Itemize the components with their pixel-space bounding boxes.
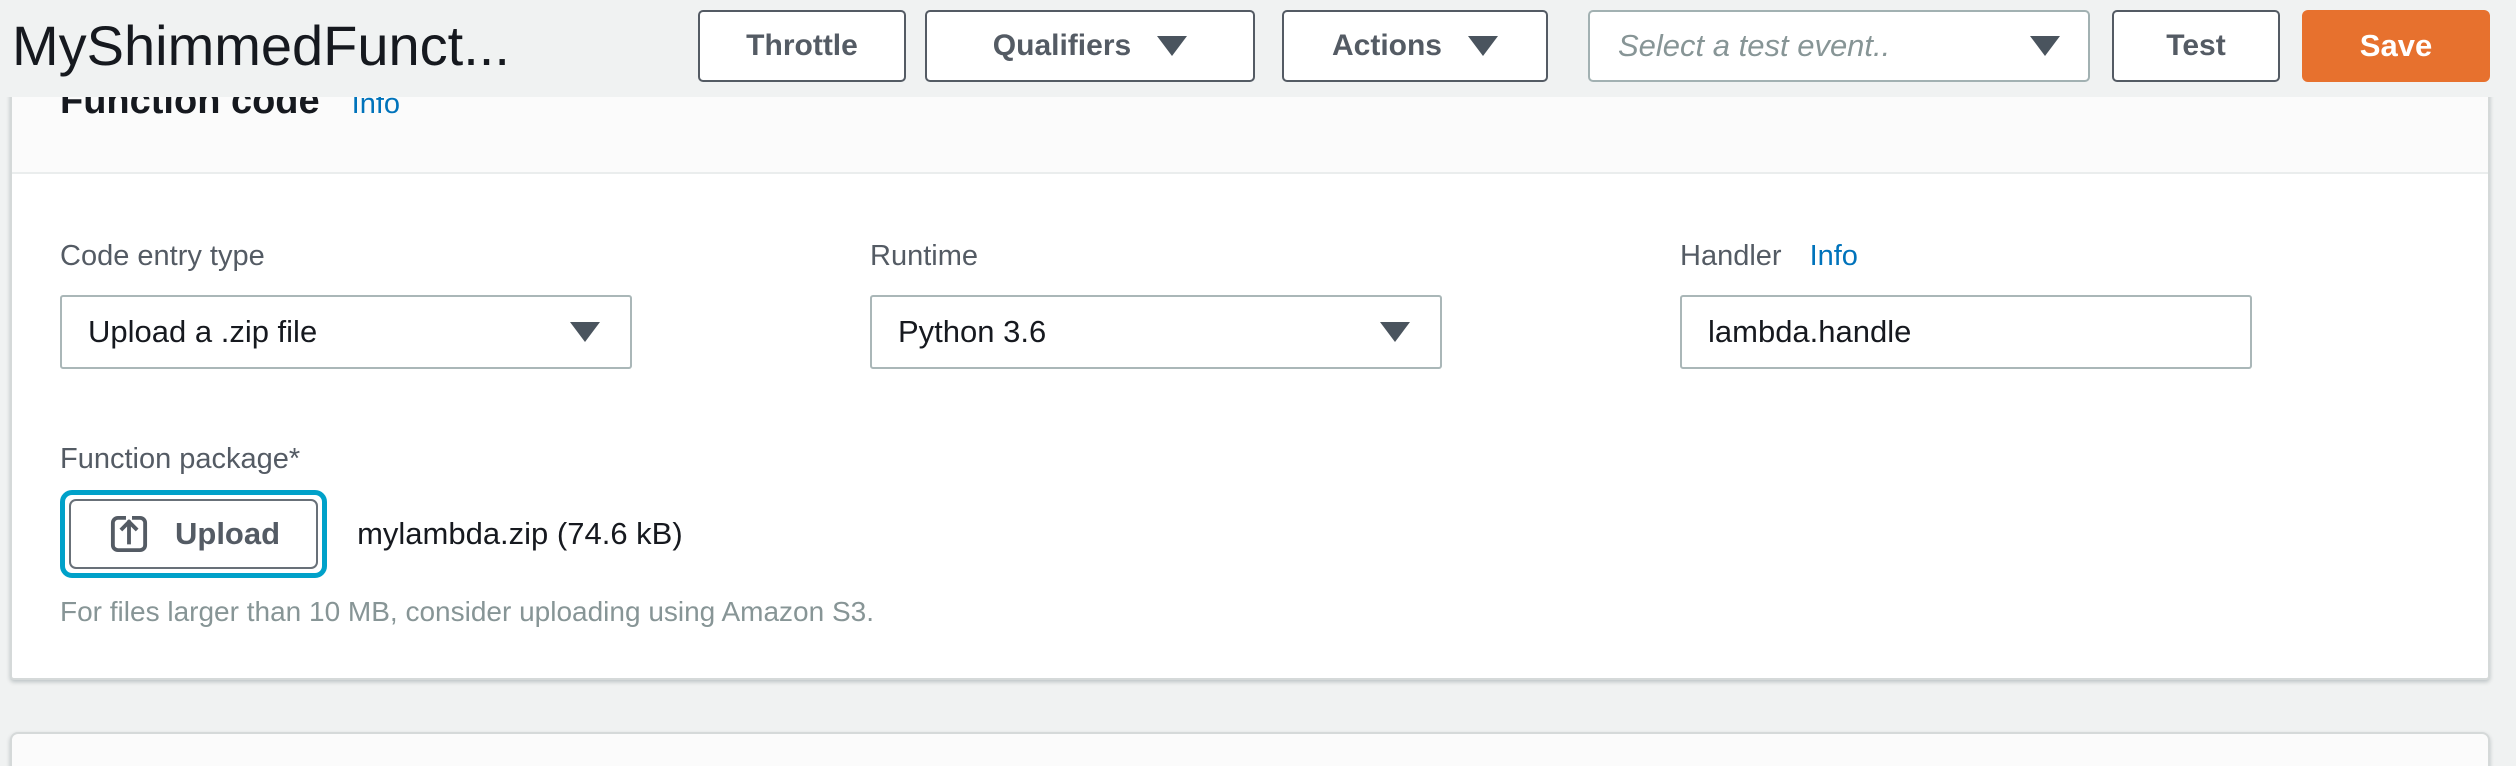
chevron-down-icon — [1380, 322, 1410, 342]
upload-row: Upload mylambda.zip (74.6 kB) — [60, 490, 2440, 578]
upload-icon — [107, 512, 151, 556]
save-button-label: Save — [2360, 28, 2432, 64]
chevron-down-icon — [570, 322, 600, 342]
actions-button[interactable]: Actions — [1282, 10, 1548, 82]
handler-info-link[interactable]: Info — [1810, 240, 1858, 273]
next-section-panel — [10, 732, 2490, 766]
throttle-button[interactable]: Throttle — [698, 10, 906, 82]
function-toolbar: MyShimmedFunct... Throttle Qualifiers Ac… — [0, 0, 2516, 97]
code-entry-type-field: Code entry type Upload a .zip file — [60, 240, 632, 369]
runtime-label: Runtime — [870, 240, 978, 273]
chevron-down-icon — [1468, 36, 1498, 56]
function-name-title: MyShimmedFunct... — [12, 0, 510, 97]
function-package-block: Function package* Upload — [60, 443, 2440, 628]
code-entry-type-value: Upload a .zip file — [88, 314, 570, 350]
handler-input[interactable] — [1680, 295, 2252, 369]
lambda-console-screen: Function code Info Code entry type Uploa… — [0, 0, 2516, 766]
test-button-label: Test — [2166, 29, 2225, 63]
qualifiers-button-label: Qualifiers — [993, 29, 1131, 63]
qualifiers-button[interactable]: Qualifiers — [925, 10, 1255, 82]
chevron-down-icon — [1157, 36, 1187, 56]
upload-helper-text: For files larger than 10 MB, consider up… — [60, 596, 2440, 628]
save-button[interactable]: Save — [2302, 10, 2490, 82]
code-entry-type-label: Code entry type — [60, 240, 265, 273]
code-settings-row: Code entry type Upload a .zip file Runti… — [60, 240, 2440, 369]
runtime-field: Runtime Python 3.6 — [870, 240, 1442, 369]
throttle-button-label: Throttle — [746, 29, 858, 63]
function-code-panel: Function code Info Code entry type Uploa… — [10, 30, 2490, 680]
chevron-down-icon — [2030, 36, 2060, 56]
handler-field: Handler Info — [1680, 240, 2252, 369]
handler-label: Handler — [1680, 240, 1782, 273]
uploaded-file-info: mylambda.zip (74.6 kB) — [357, 516, 683, 552]
upload-button[interactable]: Upload — [69, 499, 318, 569]
test-event-placeholder: Select a test event.. — [1618, 28, 2030, 64]
code-entry-type-select[interactable]: Upload a .zip file — [60, 295, 632, 369]
runtime-select[interactable]: Python 3.6 — [870, 295, 1442, 369]
upload-button-focus-ring: Upload — [60, 490, 327, 578]
actions-button-label: Actions — [1332, 29, 1442, 63]
runtime-value: Python 3.6 — [898, 314, 1380, 350]
test-button[interactable]: Test — [2112, 10, 2280, 82]
test-event-select[interactable]: Select a test event.. — [1588, 10, 2090, 82]
function-code-content: Code entry type Upload a .zip file Runti… — [12, 174, 2488, 628]
upload-button-label: Upload — [175, 516, 280, 552]
function-package-label: Function package* — [60, 443, 2440, 476]
